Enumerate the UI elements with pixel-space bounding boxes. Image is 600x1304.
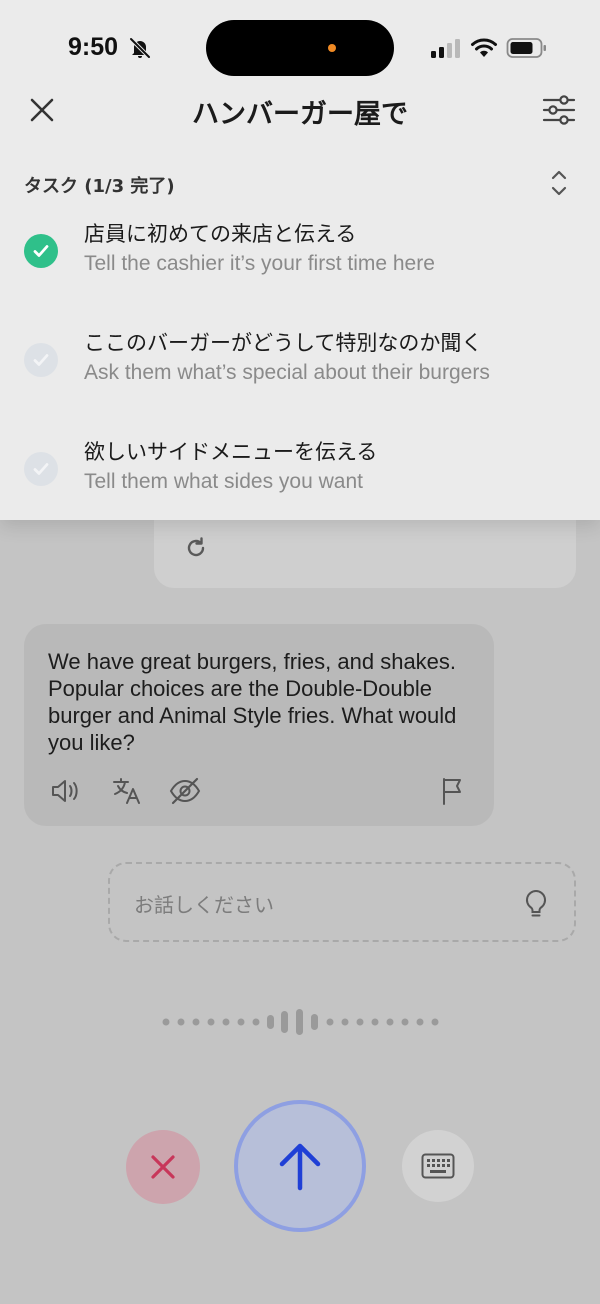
speech-input-box[interactable]: お話しください	[108, 862, 576, 942]
lightbulb-icon[interactable]	[522, 888, 550, 920]
eye-off-icon[interactable]	[168, 774, 202, 808]
checkmark-icon	[24, 234, 58, 268]
wifi-icon	[470, 36, 498, 58]
dynamic-island	[206, 20, 394, 76]
page-title: ハンバーガー屋で	[192, 99, 408, 130]
arrow-up-icon	[279, 1143, 321, 1191]
keyboard-button[interactable]	[402, 1130, 474, 1202]
x-icon	[151, 1155, 175, 1179]
speech-placeholder: お話しください	[134, 893, 274, 917]
task-english: Tell the cashier it’s your first time he…	[84, 252, 435, 275]
task-english: Tell them what sides you want	[84, 470, 363, 493]
keyboard-icon	[421, 1153, 455, 1179]
audio-waveform	[162, 1009, 439, 1035]
translate-icon[interactable]	[110, 774, 144, 808]
flag-icon[interactable]	[436, 774, 470, 808]
task-english: Ask them what’s special about their burg…	[84, 361, 490, 384]
checkmark-icon	[24, 452, 58, 486]
privacy-indicator	[328, 44, 336, 52]
signal-icon	[430, 38, 462, 58]
checkmark-icon	[24, 343, 58, 377]
battery-icon	[506, 37, 548, 59]
cancel-button[interactable]	[126, 1130, 200, 1204]
nav-bar: ハンバーガー屋で	[0, 86, 600, 136]
ai-message-actions	[48, 774, 470, 808]
status-time: 9:50	[68, 33, 119, 61]
sliders-icon[interactable]	[542, 94, 576, 126]
task-item[interactable]: 店員に初めての来店と伝える Tell the cashier it’s your…	[24, 218, 576, 298]
speaker-icon[interactable]	[48, 774, 82, 808]
collapse-icon[interactable]	[550, 168, 568, 198]
task-japanese: 店員に初めての来店と伝える	[84, 222, 357, 246]
bell-slash-icon	[128, 36, 152, 60]
task-japanese: 欲しいサイドメニューを伝える	[84, 440, 378, 464]
status-bar: 9:50	[0, 0, 600, 96]
send-button[interactable]	[234, 1100, 366, 1232]
retry-icon[interactable]	[182, 534, 210, 562]
task-item[interactable]: ここのバーガーがどうして特別なのか聞く Ask them what’s spec…	[24, 327, 576, 407]
task-japanese: ここのバーガーがどうして特別なのか聞く	[84, 331, 483, 355]
task-item[interactable]: 欲しいサイドメニューを伝える Tell them what sides you …	[24, 436, 576, 516]
ai-message-bubble: We have great burgers, fries, and shakes…	[24, 624, 494, 826]
task-progress-heading: タスク (1/3 完了)	[24, 176, 175, 197]
ai-message-text: We have great burgers, fries, and shakes…	[48, 649, 457, 755]
task-sheet: 9:50 ハンバーガー屋で タスク (1/3 完了) 店員に初めての来店と伝える…	[0, 0, 600, 520]
